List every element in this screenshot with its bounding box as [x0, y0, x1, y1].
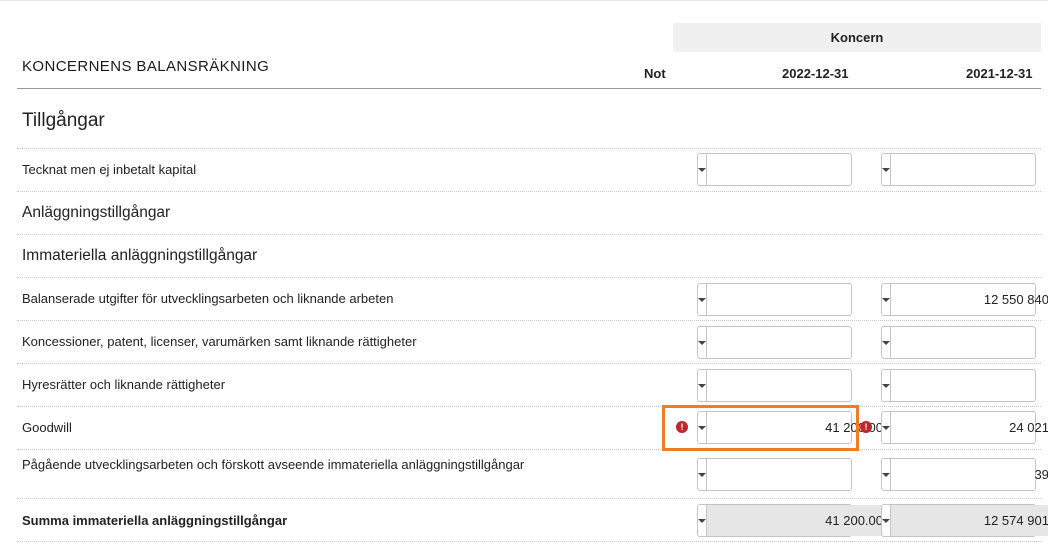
- row-label: Tecknat men ej inbetalt kapital: [22, 162, 197, 177]
- value-field-2021: [881, 283, 1048, 316]
- caret-down-icon: [698, 167, 706, 172]
- value-field-2021: [881, 458, 1048, 491]
- dropdown-button[interactable]: [698, 154, 707, 185]
- section-heading-assets: Tillgångar: [22, 110, 105, 131]
- amount-input-2021[interactable]: [891, 412, 1048, 443]
- value-field-2022: [697, 458, 892, 491]
- caret-down-icon: [698, 340, 706, 345]
- amount-input-2021[interactable]: [891, 327, 1048, 358]
- caret-down-icon: [698, 383, 706, 388]
- table-row: Tecknat men ej inbetalt kapital: [17, 149, 1048, 192]
- amount-input-2021[interactable]: [891, 284, 1048, 315]
- group-header-koncern: Koncern: [673, 23, 1041, 52]
- value-field-2022: [697, 153, 892, 186]
- amount-input-2022[interactable]: [707, 284, 892, 315]
- column-header-2022: 2022-12-31: [782, 66, 849, 81]
- table-row: Pågående utvecklingsarbeten och förskott…: [17, 450, 1048, 499]
- dropdown-button[interactable]: [882, 284, 891, 315]
- dropdown-button[interactable]: [698, 284, 707, 315]
- column-header-not: Not: [644, 66, 666, 81]
- value-field-2021: [881, 153, 1048, 186]
- amount-input-2022[interactable]: [707, 327, 892, 358]
- section-row-assets: Tillgångar: [17, 89, 1041, 149]
- sum-field-2021: [881, 504, 1048, 537]
- warning-icon[interactable]: !: [676, 421, 688, 433]
- table-row: Koncessioner, patent, licenser, varumärk…: [17, 321, 1048, 364]
- dropdown-button[interactable]: [698, 327, 707, 358]
- column-header-2021: 2021-12-31: [966, 66, 1033, 81]
- dropdown-button[interactable]: [698, 412, 707, 443]
- dropdown-button[interactable]: [882, 412, 891, 443]
- sum-value-2022: [707, 505, 892, 536]
- caret-down-icon: [698, 297, 706, 302]
- sum-value-2021: [891, 505, 1048, 536]
- amount-input-2022[interactable]: [707, 154, 892, 185]
- caret-down-icon: [882, 472, 890, 477]
- caret-down-icon: [882, 340, 890, 345]
- row-label: Goodwill: [22, 420, 72, 435]
- value-field-2021: [881, 411, 1048, 444]
- dropdown-button[interactable]: [882, 370, 891, 401]
- row-label: Koncessioner, patent, licenser, varumärk…: [22, 334, 417, 349]
- caret-down-icon: [698, 518, 706, 523]
- caret-down-icon: [882, 297, 890, 302]
- value-field-2022: [697, 369, 892, 402]
- amount-input-2022[interactable]: [707, 370, 892, 401]
- sum-field-2022: [697, 504, 892, 537]
- table-row: Balanserade utgifter för utvecklingsarbe…: [17, 278, 1048, 321]
- value-field-2022: [697, 283, 892, 316]
- amount-input-2021[interactable]: [891, 459, 1048, 490]
- section-heading-fixed-assets: Anläggningstillgångar: [22, 204, 171, 221]
- amount-input-2022[interactable]: [707, 459, 892, 490]
- amount-input-2021[interactable]: [891, 154, 1048, 185]
- dropdown-button[interactable]: [698, 370, 707, 401]
- sum-row: Summa immateriella anläggningstillgångar: [17, 499, 1048, 542]
- dropdown-button[interactable]: [698, 459, 707, 490]
- sum-label: Summa immateriella anläggningstillgångar: [22, 513, 288, 528]
- value-field-2022: [697, 326, 892, 359]
- dropdown-button[interactable]: [882, 459, 891, 490]
- caret-down-icon: [882, 167, 890, 172]
- section-row-intangible: Immateriella anläggningstillgångar: [17, 235, 1041, 278]
- value-field-2021: [881, 369, 1048, 402]
- dropdown-button[interactable]: [698, 505, 707, 536]
- section-heading-intangible: Immateriella anläggningstillgångar: [22, 247, 258, 264]
- dropdown-button[interactable]: [882, 505, 891, 536]
- amount-input-2021[interactable]: [891, 370, 1048, 401]
- table-row: Goodwill ! !: [17, 407, 1048, 450]
- row-label: Hyresrätter och liknande rättigheter: [22, 377, 226, 392]
- value-field-2022: [697, 411, 892, 444]
- caret-down-icon: [882, 383, 890, 388]
- dropdown-button[interactable]: [882, 154, 891, 185]
- page-title: KONCERNENS BALANSRÄKNING: [22, 58, 270, 75]
- caret-down-icon: [698, 425, 706, 430]
- caret-down-icon: [882, 425, 890, 430]
- caret-down-icon: [882, 518, 890, 523]
- value-field-2021: [881, 326, 1048, 359]
- row-label: Balanserade utgifter för utvecklingsarbe…: [22, 291, 394, 306]
- row-label: Pågående utvecklingsarbeten och förskott…: [22, 457, 525, 472]
- section-row-fixed-assets: Anläggningstillgångar: [17, 192, 1041, 235]
- top-divider: [0, 0, 1048, 1]
- warning-icon[interactable]: !: [860, 421, 872, 433]
- table-row: Hyresrätter och liknande rättigheter: [17, 364, 1048, 407]
- dropdown-button[interactable]: [882, 327, 891, 358]
- caret-down-icon: [698, 472, 706, 477]
